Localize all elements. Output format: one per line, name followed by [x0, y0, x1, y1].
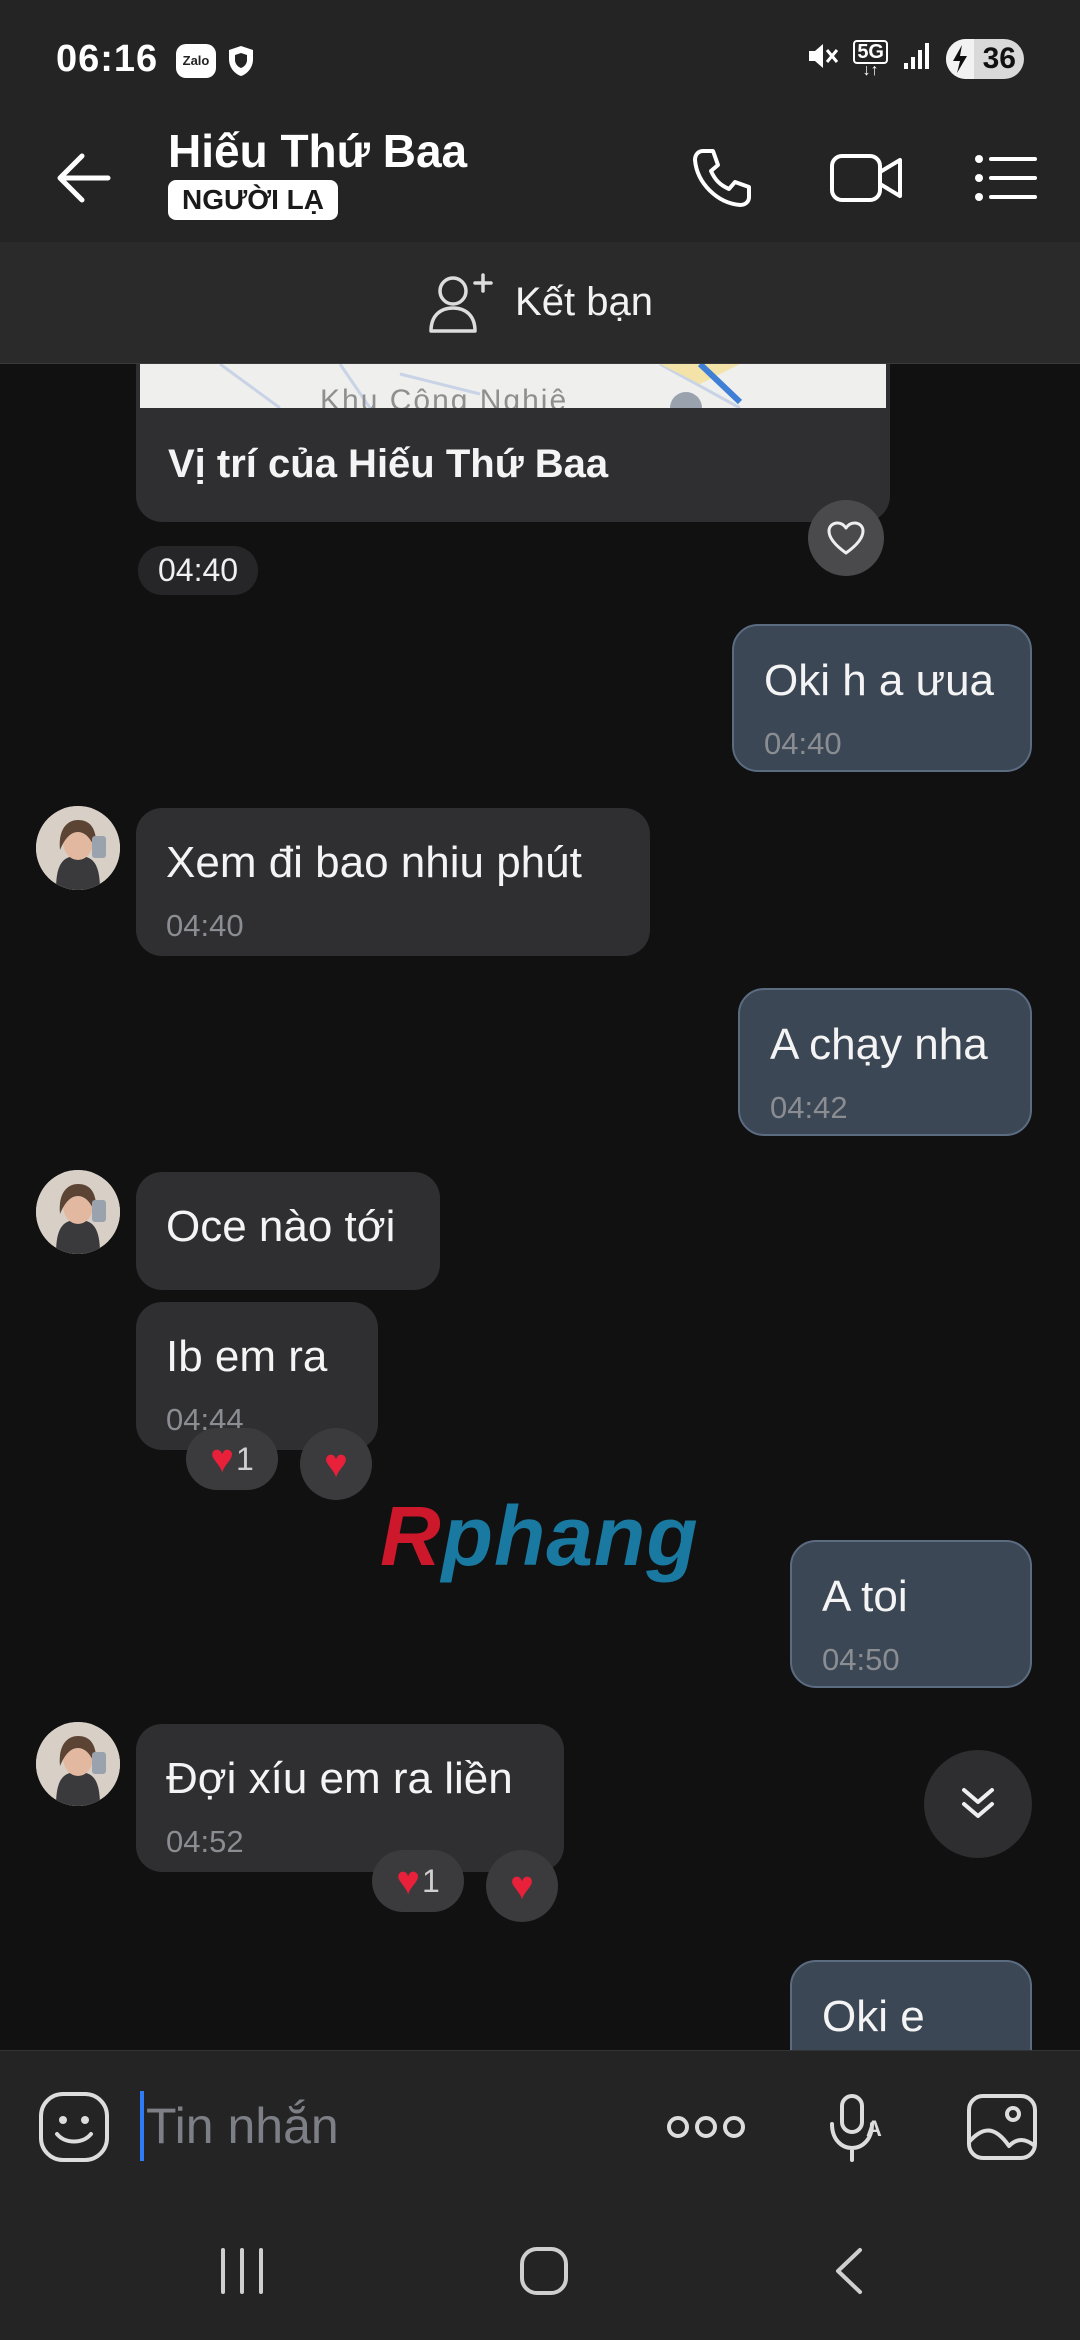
composer: Tin nhắn A	[0, 2050, 1080, 2202]
more-dots-icon	[667, 2116, 745, 2138]
message-input[interactable]: Tin nhắn	[140, 2091, 339, 2161]
location-map: Khu Công Nghiệ	[140, 364, 886, 408]
image-button[interactable]	[962, 2087, 1042, 2167]
recent-apps-icon	[221, 2248, 263, 2294]
phone-icon	[693, 149, 751, 207]
shield-icon	[226, 44, 256, 83]
battery-indicator: 36	[946, 38, 1024, 79]
nav-back-button[interactable]	[808, 2236, 888, 2306]
charging-icon	[946, 38, 974, 79]
message-text: Oce nào tới	[166, 1202, 396, 1251]
video-call-button[interactable]	[826, 138, 906, 218]
system-navigation-bar	[0, 2202, 1080, 2340]
network-label: 5G	[853, 39, 888, 64]
clock: 06:16	[56, 38, 159, 80]
message-text: A toi	[822, 1572, 908, 1621]
message-time: 04:40	[764, 726, 842, 761]
nav-back-icon	[836, 2248, 862, 2294]
reaction-count: 1	[421, 1862, 440, 1899]
chat-header: Hiếu Thứ Baa NGƯỜI LẠ	[0, 118, 1080, 242]
message-bubble-outgoing[interactable]: A toi 04:50	[790, 1540, 1032, 1688]
avatar[interactable]	[36, 806, 120, 890]
message-bubble-outgoing[interactable]: Oki e	[790, 1960, 1032, 2050]
message-bubble-outgoing[interactable]: Oki h a ưua 04:40	[732, 624, 1032, 772]
message-bubble-incoming[interactable]: Xem đi bao nhiu phút 04:40	[136, 808, 650, 956]
voice-text-icon: A	[830, 2094, 882, 2162]
contact-name[interactable]: Hiếu Thứ Baa	[168, 124, 467, 178]
heart-outline-icon	[827, 521, 865, 555]
message-text: Oki e	[822, 1992, 925, 2041]
message-bubble-incoming[interactable]: Oce nào tới	[136, 1172, 440, 1290]
home-icon	[520, 2247, 568, 2295]
message-time: 04:52	[166, 1824, 244, 1859]
mute-icon	[803, 38, 839, 79]
react-button[interactable]	[808, 500, 884, 576]
location-message[interactable]: Khu Công Nghiệ Vị trí của Hiếu Thứ Baa	[136, 364, 890, 522]
network-5g-icon: 5G ↓↑	[853, 39, 888, 78]
heart-icon: ♥	[324, 1442, 348, 1486]
message-bubble-incoming[interactable]: Đợi xíu em ra liền 04:52	[136, 1724, 564, 1872]
message-time: 04:42	[770, 1090, 848, 1125]
emoji-button[interactable]	[34, 2087, 114, 2167]
add-friend-button[interactable]: Kết bạn	[0, 242, 1080, 364]
battery-level: 36	[982, 41, 1016, 75]
map-label: Khu Công Nghiệ	[320, 384, 569, 408]
message-time: 04:40	[166, 908, 244, 943]
message-text: Đợi xíu em ra liền	[166, 1754, 513, 1803]
status-bar: 06:16 Zalo 5G ↓↑ 36	[0, 0, 1080, 118]
message-text: Oki h a ưua	[764, 656, 995, 705]
recent-apps-button[interactable]	[202, 2236, 282, 2306]
message-text: Xem đi bao nhiu phút	[166, 838, 582, 887]
chevron-double-down-icon	[962, 1788, 994, 1818]
location-title: Vị trí của Hiếu Thứ Baa	[168, 442, 609, 486]
add-friend-label: Kết bạn	[515, 280, 653, 324]
back-button[interactable]	[52, 146, 116, 210]
menu-list-icon	[975, 155, 1037, 201]
message-text: Ib em ra	[166, 1332, 328, 1381]
image-icon	[967, 2094, 1037, 2160]
react-button[interactable]: ♥	[300, 1428, 372, 1500]
heart-icon: ♥	[210, 1437, 234, 1481]
menu-button[interactable]	[966, 138, 1046, 218]
avatar[interactable]	[36, 1170, 120, 1254]
voice-to-text-button[interactable]: A	[816, 2087, 896, 2167]
message-text: A chạy nha	[770, 1020, 988, 1069]
back-arrow-icon	[57, 153, 111, 203]
video-camera-icon	[830, 154, 902, 202]
reaction-summary[interactable]: ♥ 1	[186, 1428, 278, 1490]
zalo-notification-icon: Zalo	[176, 44, 216, 78]
avatar[interactable]	[36, 1722, 120, 1806]
heart-icon: ♥	[396, 1859, 420, 1903]
time-separator: 04:40	[138, 546, 259, 595]
call-button[interactable]	[682, 138, 762, 218]
home-button[interactable]	[504, 2236, 584, 2306]
watermark-logo: Rphang	[380, 1489, 699, 1583]
reaction-count: 1	[235, 1440, 254, 1477]
message-list[interactable]: Khu Công Nghiệ Vị trí của Hiếu Thứ Baa 0…	[0, 364, 1080, 2050]
signal-icon	[902, 41, 932, 76]
message-bubble-outgoing[interactable]: A chạy nha 04:42	[738, 988, 1032, 1136]
message-time: 04:50	[822, 1642, 900, 1677]
more-button[interactable]	[664, 2087, 748, 2167]
stranger-badge: NGƯỜI LẠ	[168, 180, 338, 220]
scroll-to-bottom-button[interactable]	[924, 1750, 1032, 1858]
reaction-summary[interactable]: ♥ 1	[372, 1850, 464, 1912]
add-person-icon	[429, 272, 493, 333]
emoji-icon	[39, 2092, 109, 2162]
svg-text:A: A	[866, 2116, 882, 2141]
heart-icon: ♥	[510, 1864, 534, 1908]
react-button[interactable]: ♥	[486, 1850, 558, 1922]
